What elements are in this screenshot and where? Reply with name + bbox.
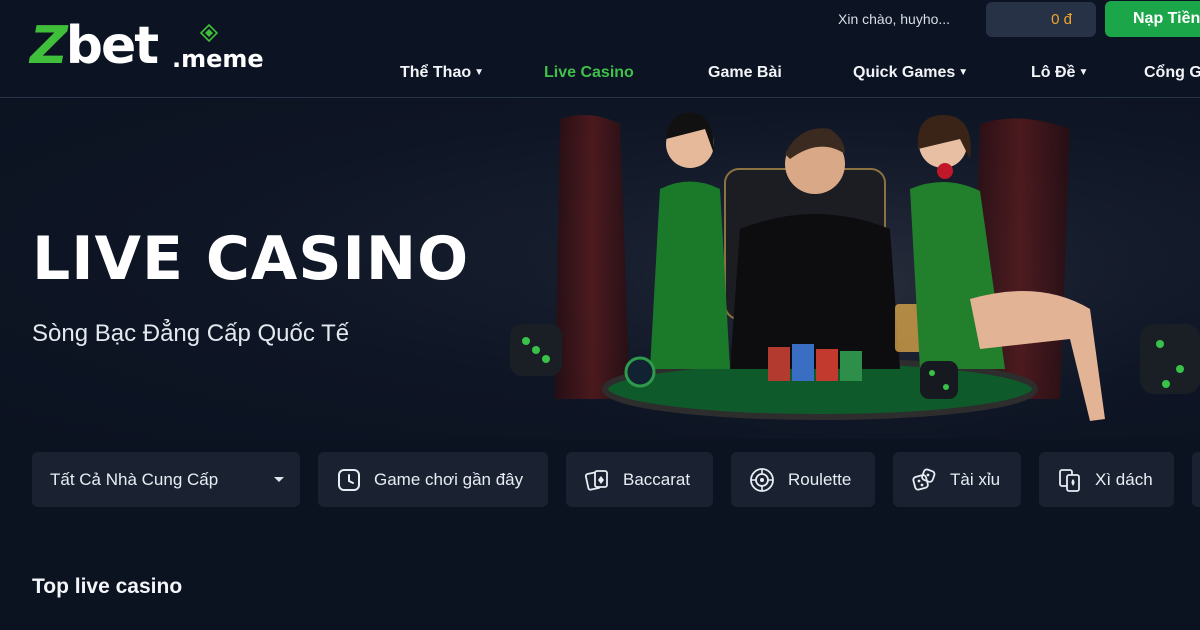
cards-icon bbox=[584, 470, 608, 491]
section-title-top-live-casino: Top live casino bbox=[32, 575, 183, 598]
clock-icon bbox=[338, 469, 360, 491]
nav-label: Live Casino bbox=[544, 64, 634, 81]
hero-banner: LIVE CASINO Sòng Bạc Đẳng Cấp Quốc Tế bbox=[0, 99, 1200, 439]
category-label: Roulette bbox=[788, 470, 852, 489]
category-label: Game chơi gần đây bbox=[374, 470, 524, 489]
dice-icon bbox=[912, 468, 936, 491]
hero-title: LIVE CASINO bbox=[32, 224, 470, 294]
category-baccarat[interactable]: Baccarat bbox=[566, 452, 713, 507]
category-recent-games[interactable]: Game chơi gần đây bbox=[318, 452, 548, 507]
nav-item-cong-game[interactable]: Cổng Game bbox=[1144, 60, 1200, 86]
nav-item-live-casino[interactable]: Live Casino bbox=[544, 60, 634, 86]
nav-item-game-bai[interactable]: Game Bài bbox=[708, 60, 782, 86]
balance-display[interactable]: 0 đ bbox=[986, 2, 1096, 37]
category-label: Tài xỉu bbox=[950, 470, 1001, 489]
blackjack-icon bbox=[1059, 469, 1080, 492]
provider-select-label: Tất Cả Nhà Cung Cấp bbox=[50, 470, 219, 489]
logo-domain-suffix: .meme bbox=[172, 45, 264, 73]
nav-label: Thể Thao bbox=[400, 64, 472, 81]
zbet-logo[interactable]: Zbet .meme bbox=[30, 18, 270, 74]
hero-subtitle: Sòng Bạc Đẳng Cấp Quốc Tế bbox=[32, 320, 350, 347]
caret-down-icon: ▼ bbox=[958, 67, 969, 78]
deposit-button[interactable]: Nạp Tiền bbox=[1105, 1, 1200, 37]
nav-item-lo-de[interactable]: Lô Đề ▼ bbox=[1031, 60, 1088, 86]
caret-down-icon: ▼ bbox=[474, 67, 485, 78]
nav-item-quick-games[interactable]: Quick Games ▼ bbox=[853, 60, 968, 86]
category-label: Xì dách bbox=[1095, 470, 1153, 489]
category-label: Baccarat bbox=[623, 470, 691, 489]
category-tai-xiu[interactable]: Tài xỉu bbox=[893, 452, 1021, 507]
category-roulette[interactable]: Roulette bbox=[731, 452, 875, 507]
hero-casino-dealers-illustration bbox=[500, 99, 1200, 439]
nav-label: Quick Games bbox=[853, 64, 956, 81]
top-header: Zbet .meme Xin chào, huyho... 0 đ Nạp Ti… bbox=[0, 0, 1200, 98]
caret-down-icon: ▼ bbox=[1078, 67, 1089, 78]
roulette-icon bbox=[750, 468, 774, 492]
nav-item-the-thao[interactable]: Thể Thao ▼ bbox=[400, 60, 484, 86]
logo-wordmark: Zbet bbox=[30, 16, 159, 76]
provider-select[interactable]: Tất Cả Nhà Cung Cấp bbox=[32, 452, 300, 507]
chevron-down-icon bbox=[274, 477, 284, 482]
nav-label: Game Bài bbox=[708, 64, 782, 81]
category-xi-dach[interactable]: Xì dách bbox=[1039, 452, 1174, 507]
nav-label: Cổng Game bbox=[1144, 64, 1200, 81]
category-more[interactable] bbox=[1192, 452, 1200, 507]
logo-diamond-icon bbox=[200, 24, 218, 42]
user-greeting[interactable]: Xin chào, huyho... bbox=[838, 10, 978, 28]
nav-label: Lô Đề bbox=[1031, 64, 1076, 81]
